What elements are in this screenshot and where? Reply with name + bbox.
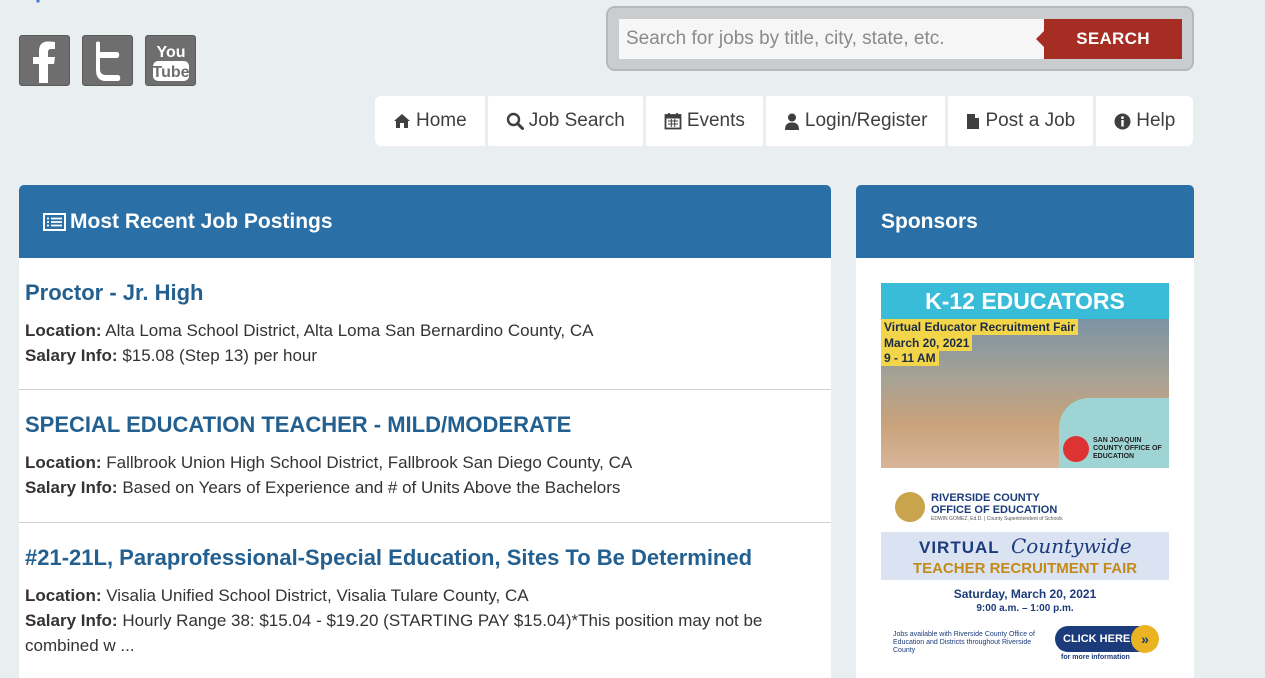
click-here-button[interactable]: CLICK HERE » [1055, 625, 1159, 653]
ad2-countywide: Countywide [1011, 534, 1132, 558]
recent-jobs-header: Most Recent Job Postings [19, 185, 831, 258]
ad2-virtual: VIRTUAL [919, 538, 1000, 557]
ad1-headline: K-12 EDUCATORS [881, 283, 1169, 319]
location-label: Location: [25, 321, 102, 340]
ad1-line1: Virtual Educator Recruitment Fair [881, 319, 1079, 335]
search-input[interactable] [619, 19, 1045, 59]
job-location-value: Visalia Unified School District, Visalia… [106, 586, 529, 605]
recent-jobs-title: Most Recent Job Postings [70, 209, 333, 233]
ad2-more: for more information [1061, 654, 1130, 661]
job-listing: SPECIAL EDUCATION TEACHER - MILD/MODERAT… [19, 390, 831, 523]
job-title-link[interactable]: #21-21L, Paraprofessional-Special Educat… [25, 545, 752, 570]
nav-login-register-label: Login/Register [804, 110, 928, 131]
calendar-icon [664, 112, 682, 130]
nav-help-label: Help [1136, 110, 1176, 131]
sponsors-header: Sponsors [856, 185, 1194, 258]
social-links: You Tube [19, 35, 196, 86]
youtube-icon[interactable]: You Tube [145, 35, 196, 86]
schoolhouse-icon [1063, 436, 1089, 462]
logo-fragment-icon [36, 0, 40, 3]
job-location: Location: Alta Loma School District, Alt… [25, 318, 825, 343]
ad2-org-line1: RIVERSIDE COUNTY [931, 492, 1040, 504]
job-location-value: Alta Loma School District, Alta Loma San… [105, 321, 594, 340]
nav-events[interactable]: Events [645, 96, 763, 146]
nav-events-label: Events [686, 110, 745, 131]
info-icon [1114, 113, 1131, 130]
job-salary-value: Based on Years of Experience and # of Un… [122, 478, 621, 497]
job-salary: Salary Info: Based on Years of Experienc… [25, 475, 825, 500]
svg-text:You: You [156, 44, 185, 61]
file-icon [966, 113, 980, 130]
search-button[interactable]: SEARCH [1036, 19, 1182, 59]
nav-home[interactable]: Home [375, 96, 485, 146]
nav-job-search-label: Job Search [528, 110, 625, 131]
sponsor-ad-sjcoe[interactable]: K-12 EDUCATORS Virtual Educator Recruitm… [881, 283, 1169, 468]
nav-login-register[interactable]: Login/Register [765, 96, 946, 146]
salary-label: Salary Info: [25, 478, 118, 497]
location-label: Location: [25, 586, 102, 605]
click-here-label: CLICK HERE [1063, 633, 1131, 645]
ad2-date: Saturday, March 20, 2021 [953, 587, 1097, 601]
job-listing: #21-21L, Paraprofessional-Special Educat… [19, 523, 831, 658]
job-listing: Proctor - Jr. High Location: Alta Loma S… [19, 258, 831, 390]
search-icon [506, 112, 524, 130]
job-title-link[interactable]: Proctor - Jr. High [25, 280, 203, 305]
county-seal-icon [895, 492, 925, 522]
svg-text:Tube: Tube [152, 64, 189, 81]
job-title-link[interactable]: SPECIAL EDUCATION TEACHER - MILD/MODERAT… [25, 412, 571, 437]
twitter-icon[interactable] [82, 35, 133, 86]
ad2-fair: TEACHER RECRUITMENT FAIR [912, 560, 1138, 577]
facebook-icon[interactable] [19, 35, 70, 86]
salary-label: Salary Info: [25, 346, 118, 365]
main-nav: Home Job Search Events Login/Register Po… [375, 96, 1194, 146]
user-icon [784, 113, 800, 130]
nav-job-search[interactable]: Job Search [487, 96, 643, 146]
sponsors-panel: Sponsors K-12 EDUCATORS Virtual Educator… [856, 185, 1194, 678]
nav-help[interactable]: Help [1096, 96, 1194, 146]
recent-jobs-panel: Most Recent Job Postings Proctor - Jr. H… [19, 185, 831, 678]
job-salary-value: $15.08 (Step 13) per hour [122, 346, 318, 365]
nav-post-a-job[interactable]: Post a Job [948, 96, 1094, 146]
job-location-value: Fallbrook Union High School District, Fa… [106, 453, 633, 472]
nav-post-a-job-label: Post a Job [985, 110, 1076, 131]
home-icon [393, 113, 411, 129]
salary-label: Salary Info: [25, 611, 118, 630]
ad1-line3: 9 - 11 AM [881, 350, 939, 366]
location-label: Location: [25, 453, 102, 472]
ad1-org: SAN JOAQUIN COUNTY OFFICE OF EDUCATION [1093, 437, 1162, 460]
rcoe-logo: RIVERSIDE COUNTY OFFICE OF EDUCATION EDW… [895, 492, 1063, 522]
job-salary: Salary Info: Hourly Range 38: $15.04 - $… [25, 608, 825, 658]
search-bar: SEARCH [606, 6, 1194, 71]
job-salary-value: Hourly Range 38: $15.04 - $19.20 (STARTI… [25, 611, 763, 655]
double-chevron-right-icon: » [1131, 625, 1159, 653]
ad1-line2: March 20, 2021 [881, 335, 973, 351]
job-salary: Salary Info: $15.08 (Step 13) per hour [25, 343, 825, 368]
sjcoe-logo: SAN JOAQUIN COUNTY OFFICE OF EDUCATION [1063, 436, 1163, 462]
sponsors-title: Sponsors [881, 209, 978, 233]
ad2-time: 9:00 a.m. – 1:00 p.m. [976, 603, 1074, 614]
list-icon [43, 212, 66, 231]
job-location: Location: Visalia Unified School Distric… [25, 583, 825, 608]
ad2-org-sub: EDWIN GOMEZ, Ed.D. | County Superintende… [931, 516, 1063, 522]
ad2-jobs-note: Jobs available with Riverside County Off… [893, 631, 1035, 654]
sponsor-ad-rcoe[interactable]: RIVERSIDE COUNTY OFFICE OF EDUCATION EDW… [881, 490, 1169, 665]
job-location: Location: Fallbrook Union High School Di… [25, 450, 825, 475]
ad2-org-line2: OFFICE OF EDUCATION [931, 504, 1058, 516]
nav-home-label: Home [416, 110, 467, 131]
